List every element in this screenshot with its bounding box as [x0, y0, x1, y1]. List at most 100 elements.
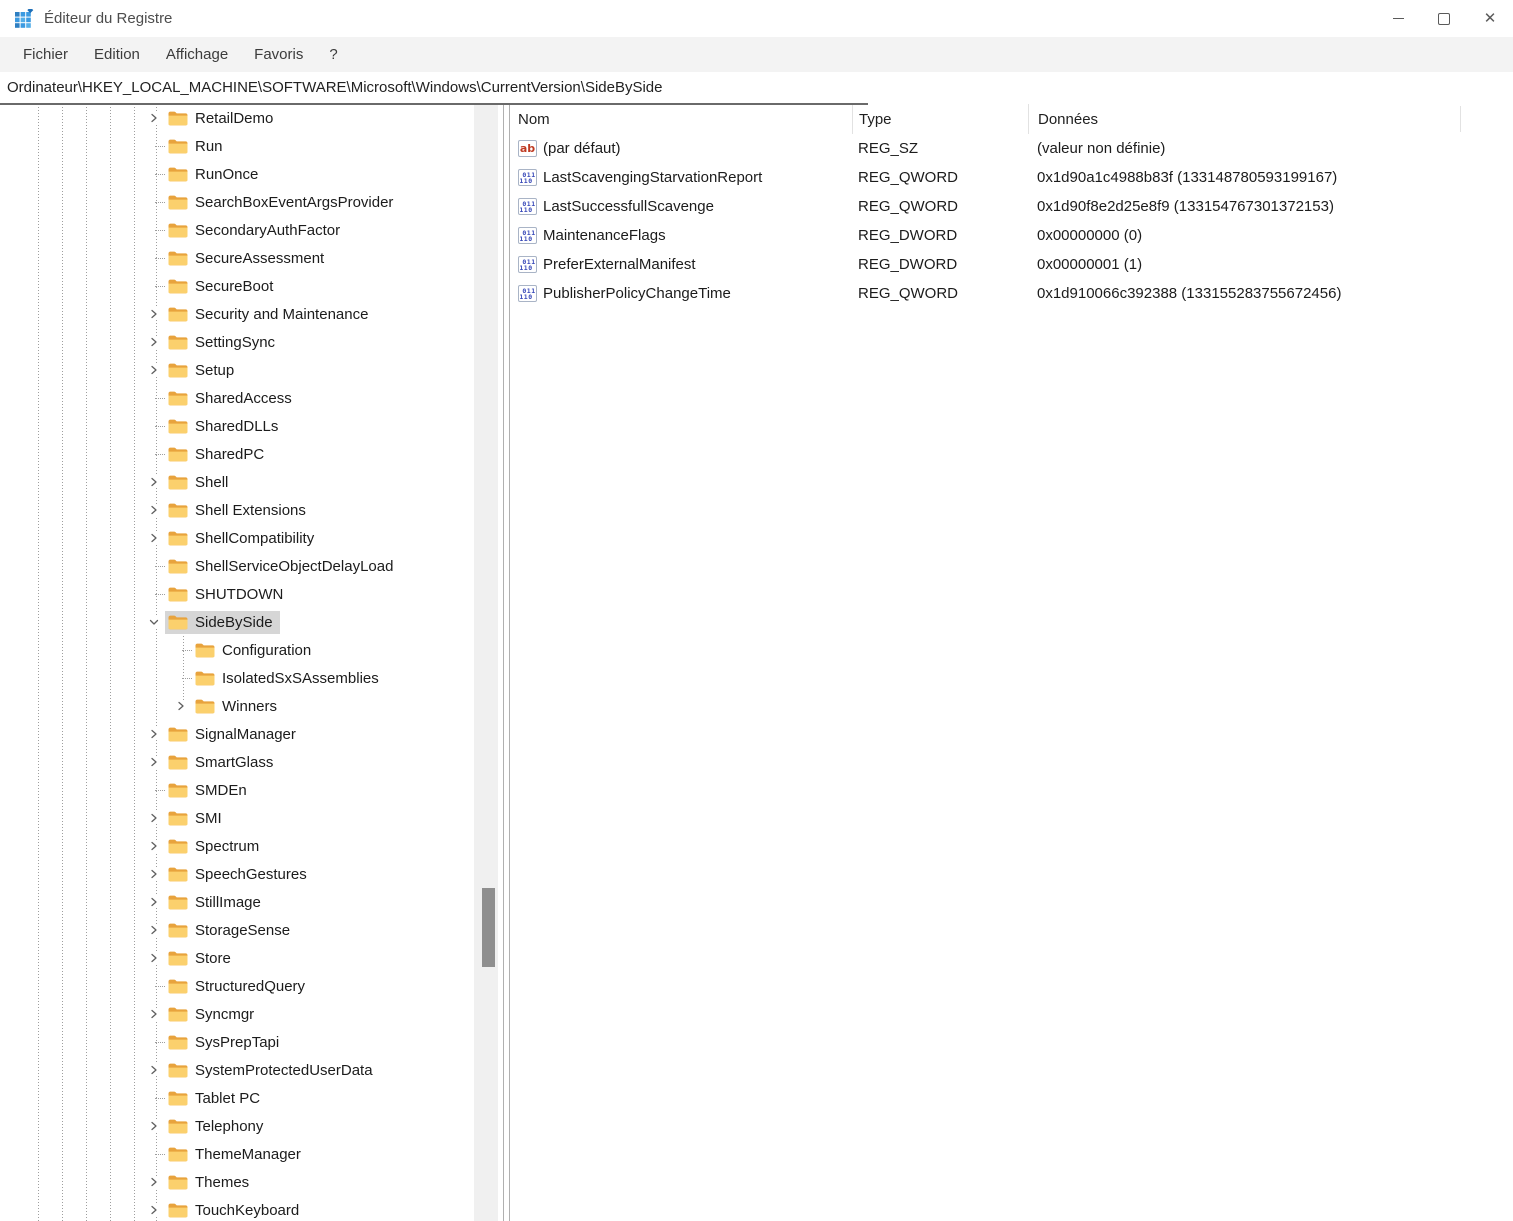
tree-item-body[interactable]: SecureAssessment — [165, 247, 331, 270]
tree-item-body[interactable]: Configuration — [192, 639, 318, 662]
tree-item-touchkeyboard[interactable]: TouchKeyboard — [0, 1196, 474, 1221]
tree-item-systemprotecteduserdata[interactable]: SystemProtectedUserData — [0, 1056, 474, 1084]
chevron-right-icon[interactable] — [146, 474, 162, 490]
maximize-button[interactable] — [1421, 0, 1467, 37]
tree-item-body[interactable]: SHUTDOWN — [165, 583, 290, 606]
tree-item-body[interactable]: ShellCompatibility — [165, 527, 321, 550]
tree-item-shareddlls[interactable]: SharedDLLs — [0, 412, 474, 440]
address-path[interactable]: Ordinateur\HKEY_LOCAL_MACHINE\SOFTWARE\M… — [0, 79, 663, 96]
tree-item-shutdown[interactable]: SHUTDOWN — [0, 580, 474, 608]
chevron-right-icon[interactable] — [146, 306, 162, 322]
tree-item-store[interactable]: Store — [0, 944, 474, 972]
menu-favoris[interactable]: Favoris — [241, 42, 316, 67]
tree-item-stillimage[interactable]: StillImage — [0, 888, 474, 916]
chevron-right-icon[interactable] — [146, 1006, 162, 1022]
chevron-right-icon[interactable] — [146, 362, 162, 378]
chevron-right-icon[interactable] — [146, 810, 162, 826]
tree-item-secureassessment[interactable]: SecureAssessment — [0, 244, 474, 272]
tree-item-body[interactable]: StorageSense — [165, 919, 297, 942]
column-header-donnees[interactable]: Données — [1028, 104, 1513, 134]
tree-item-shell[interactable]: Shell — [0, 468, 474, 496]
chevron-right-icon[interactable] — [146, 866, 162, 882]
chevron-right-icon[interactable] — [146, 1062, 162, 1078]
value-name[interactable]: LastSuccessfullScavenge — [543, 198, 714, 215]
chevron-right-icon[interactable] — [146, 894, 162, 910]
tree-item-body[interactable]: SharedPC — [165, 443, 271, 466]
tree-item-body[interactable]: SecondaryAuthFactor — [165, 219, 347, 242]
tree-item-body[interactable]: Shell Extensions — [165, 499, 313, 522]
tree-item-runonce[interactable]: RunOnce — [0, 160, 474, 188]
tree-item-retaildemo[interactable]: RetailDemo — [0, 104, 474, 132]
tree-item-storagesense[interactable]: StorageSense — [0, 916, 474, 944]
tree-item-thememanager[interactable]: ThemeManager — [0, 1140, 474, 1168]
tree-item-searchboxeventargsprovider[interactable]: SearchBoxEventArgsProvider — [0, 188, 474, 216]
chevron-right-icon[interactable] — [146, 1118, 162, 1134]
chevron-right-icon[interactable] — [146, 754, 162, 770]
tree-item-setup[interactable]: Setup — [0, 356, 474, 384]
tree-item-telephony[interactable]: Telephony — [0, 1112, 474, 1140]
pane-divider[interactable] — [503, 104, 510, 1221]
tree-item-shellcompatibility[interactable]: ShellCompatibility — [0, 524, 474, 552]
tree-scrollbar-thumb[interactable] — [482, 888, 495, 967]
tree-item-body[interactable]: TouchKeyboard — [165, 1199, 306, 1221]
tree-item-winners[interactable]: Winners — [0, 692, 474, 720]
chevron-right-icon[interactable] — [146, 334, 162, 350]
tree-item-shellserviceobjectdelayload[interactable]: ShellServiceObjectDelayLoad — [0, 552, 474, 580]
tree-item-body[interactable]: Shell — [165, 471, 235, 494]
menu-edition[interactable]: Edition — [81, 42, 153, 67]
tree-item-body[interactable]: SmartGlass — [165, 751, 280, 774]
tree-item-run[interactable]: Run — [0, 132, 474, 160]
chevron-right-icon[interactable] — [146, 1202, 162, 1218]
tree-item-syspreptapi[interactable]: SysPrepTapi — [0, 1028, 474, 1056]
menu-affichage[interactable]: Affichage — [153, 42, 241, 67]
tree-item-body[interactable]: SignalManager — [165, 723, 303, 746]
value-row-preferexternalmanifest[interactable]: 011110PreferExternalManifestREG_DWORD0x0… — [510, 250, 1513, 279]
tree-scrollbar[interactable] — [474, 104, 498, 1221]
tree-item-body[interactable]: Winners — [192, 695, 284, 718]
value-row-lastscavengingstarvationreport[interactable]: 011110LastScavengingStarvationReportREG_… — [510, 163, 1513, 192]
close-button[interactable]: ✕ — [1467, 0, 1513, 37]
tree-item-body[interactable]: Security and Maintenance — [165, 303, 375, 326]
tree-item-secureboot[interactable]: SecureBoot — [0, 272, 474, 300]
tree-item-shell-extensions[interactable]: Shell Extensions — [0, 496, 474, 524]
column-header-type[interactable]: Type — [852, 104, 1028, 134]
tree-item-body[interactable]: SharedDLLs — [165, 415, 285, 438]
tree-item-body[interactable]: SecureBoot — [165, 275, 280, 298]
tree-item-body[interactable]: SMDEn — [165, 779, 254, 802]
tree-item-body[interactable]: IsolatedSxSAssemblies — [192, 667, 386, 690]
tree-item-themes[interactable]: Themes — [0, 1168, 474, 1196]
address-bar[interactable]: Ordinateur\HKEY_LOCAL_MACHINE\SOFTWARE\M… — [0, 72, 1513, 103]
tree-item-body[interactable]: Tablet PC — [165, 1087, 267, 1110]
tree-item-smden[interactable]: SMDEn — [0, 776, 474, 804]
value-name[interactable]: PublisherPolicyChangeTime — [543, 285, 731, 302]
tree-item-body[interactable]: SMI — [165, 807, 229, 830]
value-name[interactable]: (par défaut) — [543, 140, 621, 157]
tree-item-smartglass[interactable]: SmartGlass — [0, 748, 474, 776]
tree-item-body[interactable]: SpeechGestures — [165, 863, 314, 886]
tree-item-body[interactable]: StructuredQuery — [165, 975, 312, 998]
chevron-right-icon[interactable] — [146, 530, 162, 546]
tree-item-isolatedsxsassemblies[interactable]: IsolatedSxSAssemblies — [0, 664, 474, 692]
value-row-lastsuccessfullscavenge[interactable]: 011110LastSuccessfullScavengeREG_QWORD0x… — [510, 192, 1513, 221]
tree-item-body[interactable]: SystemProtectedUserData — [165, 1059, 380, 1082]
menu-help[interactable]: ? — [316, 42, 350, 67]
tree-item-settingsync[interactable]: SettingSync — [0, 328, 474, 356]
tree-item-secondaryauthfactor[interactable]: SecondaryAuthFactor — [0, 216, 474, 244]
minimize-button[interactable] — [1375, 0, 1421, 37]
tree-item-signalmanager[interactable]: SignalManager — [0, 720, 474, 748]
tree-item-syncmgr[interactable]: Syncmgr — [0, 1000, 474, 1028]
value-name[interactable]: PreferExternalManifest — [543, 256, 696, 273]
tree-item-security-and-maintenance[interactable]: Security and Maintenance — [0, 300, 474, 328]
tree-item-configuration[interactable]: Configuration — [0, 636, 474, 664]
tree-item-body[interactable]: SideBySide — [165, 611, 280, 634]
chevron-right-icon[interactable] — [146, 1174, 162, 1190]
tree-item-body[interactable]: SharedAccess — [165, 387, 299, 410]
tree-item-tablet-pc[interactable]: Tablet PC — [0, 1084, 474, 1112]
tree-item-body[interactable]: ShellServiceObjectDelayLoad — [165, 555, 400, 578]
tree-item-body[interactable]: SysPrepTapi — [165, 1031, 286, 1054]
tree-item-spectrum[interactable]: Spectrum — [0, 832, 474, 860]
tree-item-body[interactable]: RunOnce — [165, 163, 265, 186]
tree-item-speechgestures[interactable]: SpeechGestures — [0, 860, 474, 888]
value-row-publisherpolicychangetime[interactable]: 011110PublisherPolicyChangeTimeREG_QWORD… — [510, 279, 1513, 308]
tree-item-smi[interactable]: SMI — [0, 804, 474, 832]
